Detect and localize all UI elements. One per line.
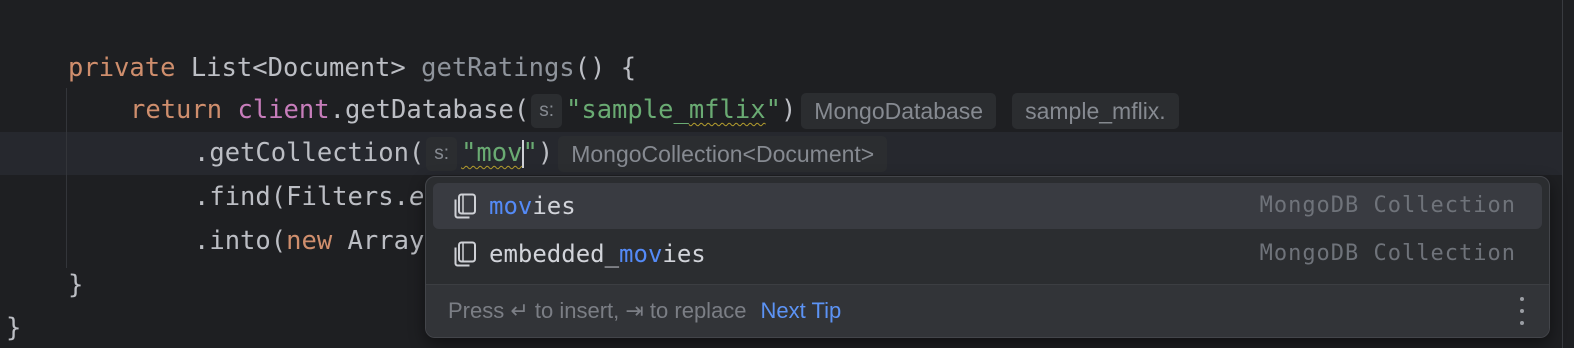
code-line-get-database: return client.getDatabase(s: "sample_mfli… bbox=[130, 88, 1179, 132]
call-into: .into( bbox=[194, 226, 287, 256]
indent-guide bbox=[66, 88, 67, 268]
field-client: client bbox=[237, 95, 330, 125]
string-literal-typing: "mov bbox=[461, 138, 523, 168]
completion-popup: movies MongoDB Collection embedded_movie… bbox=[425, 176, 1550, 338]
keyword-return: return bbox=[130, 95, 223, 125]
completion-item-label: embedded_movies bbox=[489, 240, 706, 268]
call-get-database: .getDatabase( bbox=[329, 95, 530, 125]
parameter-hint: s: bbox=[531, 94, 562, 128]
collection-icon bbox=[454, 241, 476, 267]
keyword-private: private bbox=[68, 53, 176, 83]
completion-item-label: movies bbox=[489, 192, 576, 220]
code-editor[interactable]: private List<Document> getRatings() { re… bbox=[0, 0, 1574, 348]
dot bbox=[1520, 309, 1524, 313]
method-signature-tail: () { bbox=[574, 53, 637, 83]
method-closing-brace: } bbox=[68, 270, 84, 300]
dot bbox=[1520, 321, 1524, 325]
close-paren: ) bbox=[537, 138, 554, 168]
constructor-name: Array bbox=[332, 226, 425, 256]
completion-item-type: MongoDB Collection bbox=[1259, 193, 1516, 218]
more-vertical-icon[interactable] bbox=[1517, 297, 1527, 325]
dot bbox=[1520, 297, 1524, 301]
call-get-collection: .getCollection( bbox=[194, 138, 425, 168]
class-closing-brace: } bbox=[6, 313, 22, 343]
close-paren: ) bbox=[780, 95, 797, 125]
code-line-find: .find(Filters.e bbox=[194, 175, 424, 219]
type-hint-mongo-collection: MongoCollection<Document> bbox=[558, 136, 888, 172]
completion-item-embedded-movies[interactable]: embedded_movies MongoDB Collection bbox=[433, 231, 1542, 277]
value-hint-database: sample_mflix. bbox=[1012, 93, 1179, 129]
code-line-into: .into(new Array bbox=[194, 219, 424, 263]
method-name: getRatings bbox=[421, 53, 575, 83]
spelling-squiggle: mflix bbox=[688, 95, 766, 125]
parameter-hint: s: bbox=[426, 137, 458, 171]
completion-list: movies MongoDB Collection embedded_movie… bbox=[426, 183, 1549, 277]
string-literal-closing-quote: " bbox=[522, 138, 538, 168]
return-type: List<Document> bbox=[190, 53, 406, 83]
completion-item-type: MongoDB Collection bbox=[1259, 241, 1516, 266]
type-hint-mongo-database: MongoDatabase bbox=[801, 93, 997, 129]
keyword-new: new bbox=[286, 226, 333, 256]
editor-right-margin bbox=[1562, 0, 1563, 348]
match-prefix: embedded_ bbox=[489, 240, 620, 268]
code-line-get-collection: .getCollection(s: "mov") MongoCollection<D… bbox=[194, 131, 888, 175]
match-rest: ies bbox=[662, 240, 706, 268]
match-highlight: mov bbox=[619, 240, 663, 268]
footer-hint-text: Press ↵ to insert, ⇥ to replace bbox=[448, 298, 747, 323]
call-filters-method: e bbox=[408, 182, 425, 212]
completion-item-movies[interactable]: movies MongoDB Collection bbox=[433, 183, 1542, 229]
string-literal-database: "sample_mflix" bbox=[565, 95, 781, 125]
match-highlight: mov bbox=[489, 192, 533, 220]
call-find: .find(Filters. bbox=[194, 182, 409, 212]
code-line-method-declaration: private List<Document> getRatings() { bbox=[68, 46, 636, 90]
collection-icon bbox=[454, 193, 476, 219]
completion-footer: Press ↵ to insert, ⇥ to replace Next Tip bbox=[426, 284, 1549, 337]
match-rest: ies bbox=[532, 192, 576, 220]
next-tip-link[interactable]: Next Tip bbox=[761, 298, 842, 324]
